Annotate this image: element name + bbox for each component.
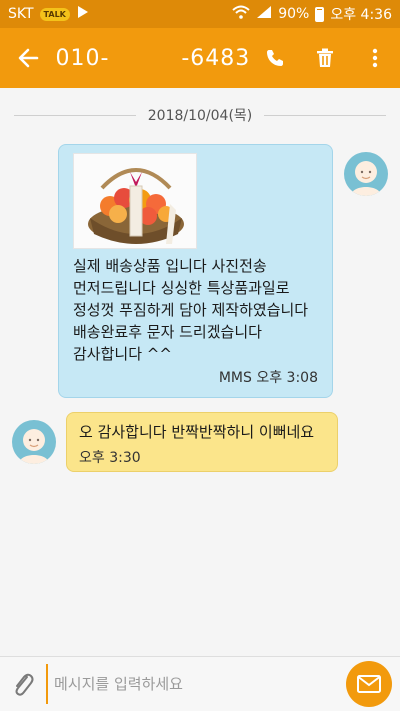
overflow-menu-icon[interactable]: [350, 28, 400, 88]
fruit-basket-photo[interactable]: [73, 153, 197, 249]
message-line: 정성껏 푸짐하게 담아 제작하였습니다: [73, 301, 309, 319]
signal-icon: [256, 5, 272, 23]
contact-number-title: 010- -6483: [55, 45, 251, 71]
phone-icon[interactable]: [250, 28, 300, 88]
avatar[interactable]: [12, 420, 56, 464]
play-store-icon: [76, 5, 90, 23]
message-line: 실제 배송상품 입니다 사진전송: [73, 257, 267, 275]
send-button[interactable]: [346, 661, 392, 707]
status-time: 오후 4:36: [330, 7, 392, 23]
battery-icon: [315, 6, 325, 22]
received-message-text: 오 감사합니다 반짝반짝하니 이뻐네요: [79, 423, 315, 441]
divider-line: [14, 114, 136, 116]
envelope-icon: [357, 675, 381, 693]
back-arrow-icon[interactable]: [0, 28, 55, 88]
paperclip-icon[interactable]: [0, 657, 46, 711]
status-bar: SKT TALK 90% 오후 4:36: [0, 0, 400, 28]
message-input-bar: [0, 656, 400, 711]
talk-icon: TALK: [39, 7, 70, 21]
app-bar: 010- -6483: [0, 28, 400, 88]
sent-message-bubble[interactable]: 실제 배송상품 입니다 사진전송 먼저드립니다 싱싱한 특상품과일로 정성껏 푸…: [58, 144, 333, 398]
carrier-label: SKT: [8, 6, 34, 22]
message-line: 감사합니다 ^^: [73, 345, 172, 363]
conversation-date: 2018/10/04(목): [147, 108, 253, 124]
wifi-icon: [232, 5, 250, 23]
divider-line: [264, 114, 386, 116]
battery-percent: 90%: [278, 6, 310, 22]
sent-message-text: 실제 배송상품 입니다 사진전송 먼저드립니다 싱싱한 특상품과일로 정성껏 푸…: [73, 255, 328, 365]
received-message-bubble[interactable]: 오 감사합니다 반짝반짝하니 이뻐네요 오후 3:30: [66, 412, 338, 472]
avatar[interactable]: [344, 152, 388, 196]
received-message-meta: 오후 3:30: [79, 450, 141, 466]
message-input[interactable]: [46, 664, 340, 704]
message-line: 배송완료후 문자 드리겠습니다: [73, 323, 262, 341]
message-line: 먼저드립니다 싱싱한 특상품과일로: [73, 279, 290, 297]
date-divider: 2018/10/04(목): [14, 104, 386, 126]
sent-message-meta: MMS 오후 3:08: [218, 370, 318, 386]
trash-icon[interactable]: [300, 28, 350, 88]
